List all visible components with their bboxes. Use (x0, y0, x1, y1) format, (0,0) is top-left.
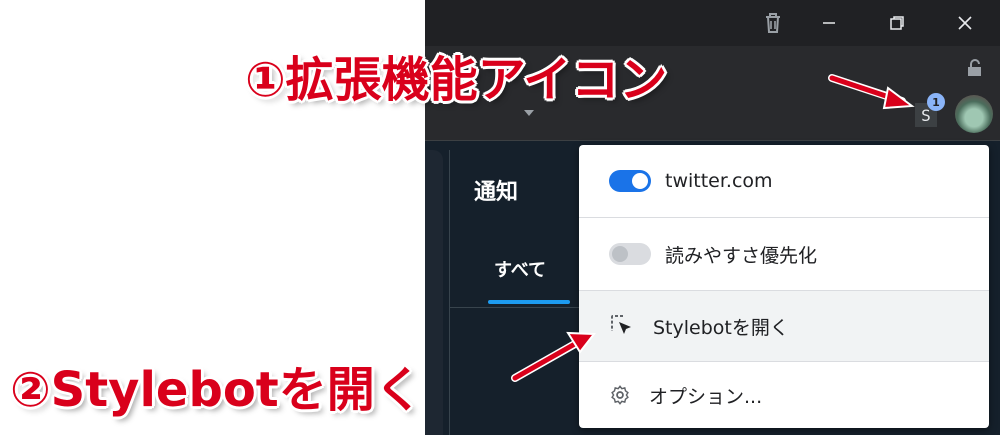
arrow-head (882, 86, 915, 110)
annotation-open-stylebot: ②Stylebotを開く (10, 362, 423, 418)
annotation-extension-icon: ①拡張機能アイコン (245, 52, 668, 108)
